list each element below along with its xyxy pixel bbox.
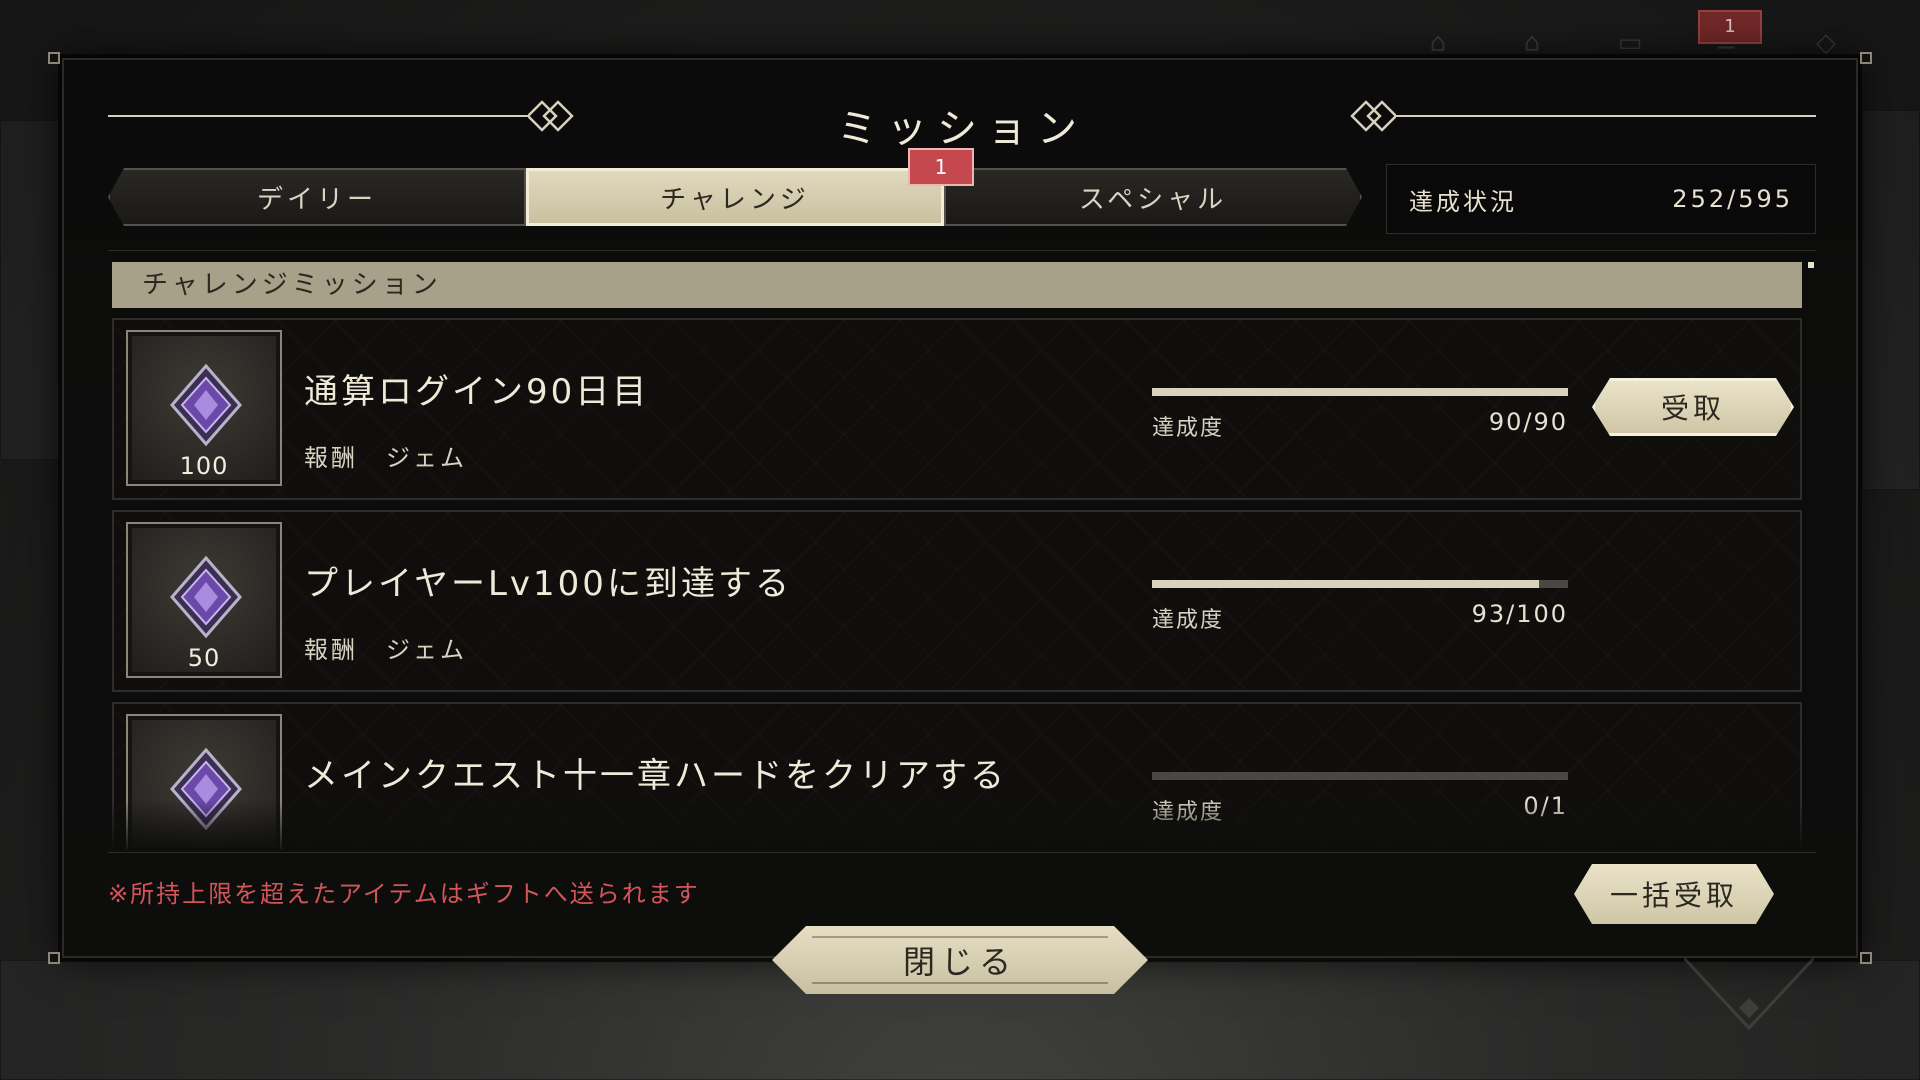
mission-name: 通算ログイン90日目 bbox=[304, 372, 650, 412]
mission-name: メインクエスト十一章ハードをクリアする bbox=[304, 756, 1007, 796]
divider bbox=[108, 250, 1816, 251]
title-row: ミッション bbox=[108, 96, 1816, 152]
progress-value: 90/90 bbox=[1488, 408, 1568, 436]
reward-quantity: 50 bbox=[187, 644, 221, 672]
panel-corner bbox=[48, 52, 60, 64]
reward-slot[interactable]: 50 bbox=[126, 522, 282, 678]
mission-list[interactable]: チャレンジミッション 100 通算ログイン90日目 報酬 ジェム 達成度 90/9… bbox=[112, 262, 1802, 850]
panel-corner bbox=[1860, 52, 1872, 64]
mission-row: 50 プレイヤーLv100に到達する 報酬 ジェム 達成度 93/100 bbox=[112, 510, 1802, 692]
list-fade bbox=[112, 800, 1802, 850]
title-rule-right bbox=[1396, 115, 1816, 117]
tab-daily[interactable]: デイリー bbox=[108, 168, 526, 226]
progress-value: 93/100 bbox=[1471, 600, 1568, 628]
gem-icon bbox=[170, 556, 242, 638]
mission-row: 100 通算ログイン90日目 報酬 ジェム 達成度 90/90 受取 bbox=[112, 318, 1802, 500]
reward-label: 報酬 bbox=[304, 636, 358, 664]
panel-corner bbox=[1860, 952, 1872, 964]
settings-icon[interactable]: ◇ bbox=[1806, 28, 1846, 58]
diamond-ornament-icon bbox=[1350, 100, 1396, 132]
divider bbox=[108, 852, 1816, 853]
tab-notification-badge: 1 bbox=[908, 148, 974, 186]
progress-fill bbox=[1152, 388, 1568, 396]
progress-bar bbox=[1152, 772, 1568, 780]
page-title: ミッション bbox=[837, 106, 1087, 152]
close-button[interactable]: 閉じる bbox=[772, 926, 1148, 994]
home-icon[interactable]: ⌂ bbox=[1418, 28, 1458, 58]
overflow-note: ※所持上限を超えたアイテムはギフトへ送られます bbox=[108, 880, 700, 908]
tab-special[interactable]: スペシャル bbox=[944, 168, 1362, 226]
reward-line: 報酬 ジェム bbox=[304, 630, 467, 665]
progress-bar bbox=[1152, 388, 1568, 396]
gem-icon bbox=[170, 364, 242, 446]
mission-dialog: ミッション デイリー チャレンジ スペシャル 1 達成状況 252/595 チャ… bbox=[48, 52, 1872, 964]
reward-slot[interactable]: 100 bbox=[126, 330, 282, 486]
corner-ornament-icon bbox=[1684, 958, 1814, 1031]
tab-bar: デイリー チャレンジ スペシャル 1 bbox=[108, 148, 1370, 226]
bulk-claim-button[interactable]: 一括受取 bbox=[1574, 864, 1774, 924]
guild-icon[interactable]: ⌂ bbox=[1512, 28, 1552, 58]
panel-corner bbox=[48, 952, 60, 964]
reward-label: 報酬 bbox=[304, 444, 358, 472]
hud-notification-badge: 1 bbox=[1698, 10, 1762, 44]
reward-item: ジェム bbox=[386, 636, 467, 664]
progress-fill bbox=[1152, 580, 1539, 588]
tab-challenge[interactable]: チャレンジ bbox=[526, 168, 944, 226]
close-button-label: 閉じる bbox=[902, 943, 1017, 981]
completion-status-value: 252/595 bbox=[1672, 185, 1793, 213]
progress-label: 達成度 bbox=[1152, 608, 1225, 633]
stone-wall bbox=[0, 120, 60, 460]
mission-name: プレイヤーLv100に到達する bbox=[304, 564, 792, 604]
completion-status: 達成状況 252/595 bbox=[1386, 164, 1816, 234]
hud-bar: ⌂ ⌂ ▭ ≡ ◇ bbox=[0, 0, 1920, 62]
inventory-icon[interactable]: ▭ bbox=[1610, 28, 1650, 58]
progress-label: 達成度 bbox=[1152, 416, 1225, 441]
reward-line: 報酬 ジェム bbox=[304, 438, 467, 473]
completion-status-label: 達成状況 bbox=[1409, 187, 1517, 216]
reward-quantity: 100 bbox=[179, 452, 229, 480]
reward-item: ジェム bbox=[386, 444, 467, 472]
progress-bar bbox=[1152, 580, 1568, 588]
claim-button[interactable]: 受取 bbox=[1592, 378, 1794, 436]
stone-wall bbox=[1862, 110, 1920, 490]
scrollbar-thumb[interactable] bbox=[1808, 262, 1814, 268]
section-header: チャレンジミッション bbox=[112, 262, 1802, 308]
